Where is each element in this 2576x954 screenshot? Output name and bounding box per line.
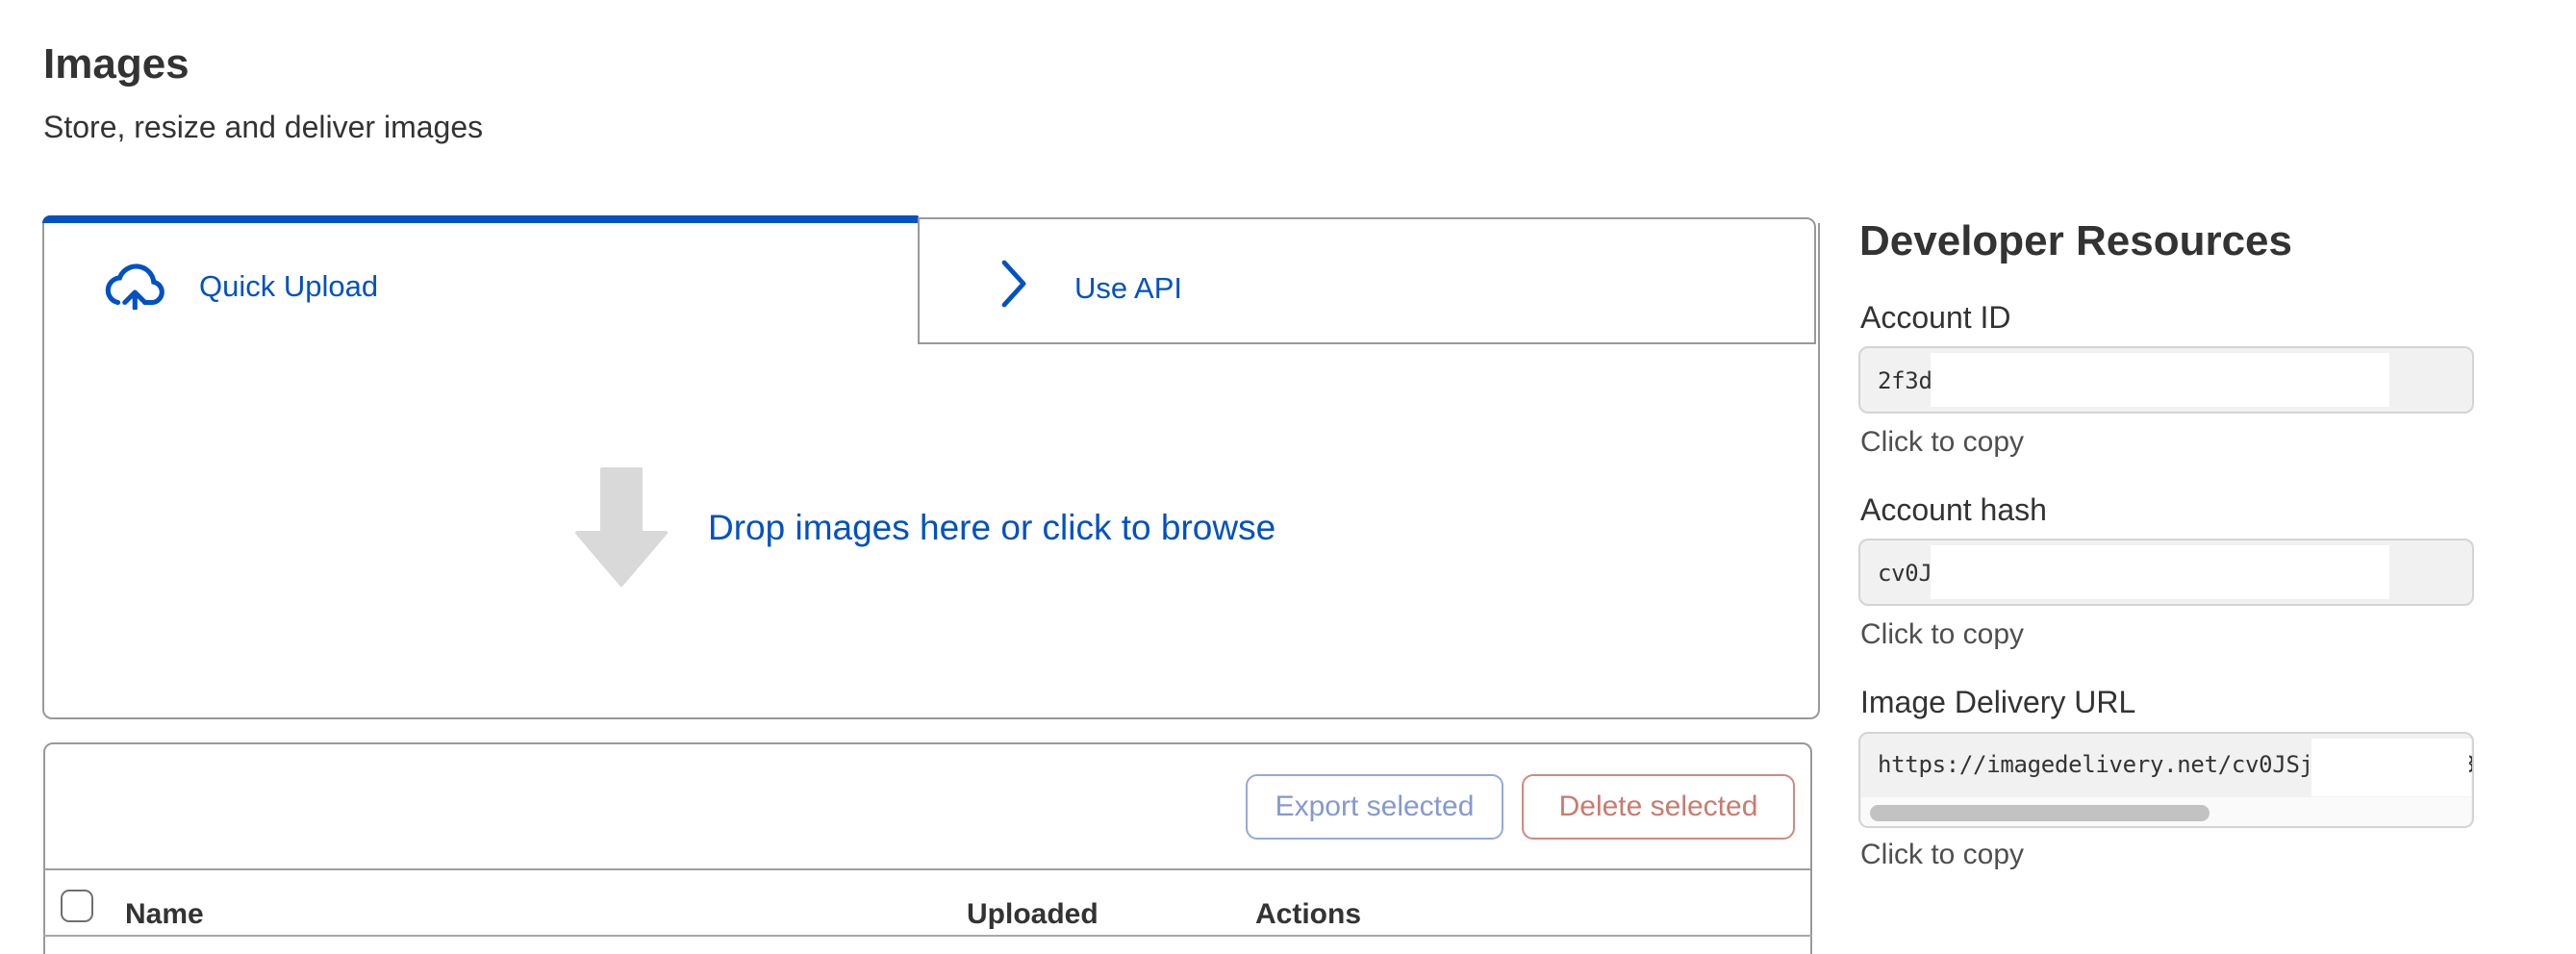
dropzone-prompt[interactable]: Drop images here or click to browse bbox=[708, 508, 1275, 548]
horizontal-scrollbar-track bbox=[1861, 797, 2471, 827]
column-header-name: Name bbox=[125, 898, 204, 931]
account-hash-copy-hint: Click to copy bbox=[1860, 618, 2024, 651]
account-hash-value: cv0J bbox=[1878, 560, 1932, 587]
active-tab-indicator bbox=[42, 215, 919, 223]
column-header-uploaded: Uploaded bbox=[967, 898, 1099, 931]
redaction-overlay bbox=[1931, 545, 2389, 599]
redaction-overlay bbox=[1931, 353, 2389, 407]
delivery-url-value: https://imagedelivery.net/cv0JSj bbox=[1878, 751, 2313, 778]
account-id-copy-hint: Click to copy bbox=[1860, 426, 2024, 459]
horizontal-scrollbar-thumb[interactable] bbox=[1870, 805, 2210, 821]
page-title: Images bbox=[43, 40, 189, 88]
account-id-label: Account ID bbox=[1860, 300, 2011, 336]
account-id-value: 2f3d bbox=[1878, 367, 1932, 394]
tab-use-api-label[interactable]: Use API bbox=[1074, 271, 1182, 306]
url-overflow-fragment: 3 bbox=[2469, 751, 2474, 784]
column-header-actions: Actions bbox=[1255, 898, 1361, 931]
tab-quick-upload-label[interactable]: Quick Upload bbox=[199, 269, 378, 304]
cloud-upload-icon bbox=[100, 258, 169, 310]
delivery-url-copy-hint: Click to copy bbox=[1860, 839, 2024, 871]
page-subtitle: Store, resize and deliver images bbox=[43, 110, 483, 145]
redaction-overlay bbox=[2311, 739, 2471, 796]
account-hash-field[interactable]: cv0J bbox=[1858, 539, 2474, 606]
export-selected-button[interactable]: Export selected bbox=[1246, 774, 1503, 840]
chevron-right-icon bbox=[997, 258, 1031, 310]
delivery-url-label: Image Delivery URL bbox=[1860, 685, 2135, 720]
developer-resources-title: Developer Resources bbox=[1859, 217, 2292, 265]
delete-selected-button[interactable]: Delete selected bbox=[1522, 774, 1795, 840]
tab-use-api[interactable] bbox=[918, 217, 1816, 344]
select-all-checkbox[interactable] bbox=[61, 890, 93, 922]
account-hash-label: Account hash bbox=[1860, 492, 2047, 528]
account-id-field[interactable]: 2f3d bbox=[1858, 346, 2474, 414]
header-row-divider bbox=[43, 935, 1812, 937]
down-arrow-icon bbox=[575, 467, 668, 589]
tab-quick-upload[interactable] bbox=[42, 223, 918, 344]
panel-divider bbox=[43, 868, 1812, 870]
delivery-url-field[interactable]: https://imagedelivery.net/cv0JSj 3 bbox=[1858, 732, 2474, 828]
images-page: Images Store, resize and deliver images … bbox=[0, 0, 2576, 954]
